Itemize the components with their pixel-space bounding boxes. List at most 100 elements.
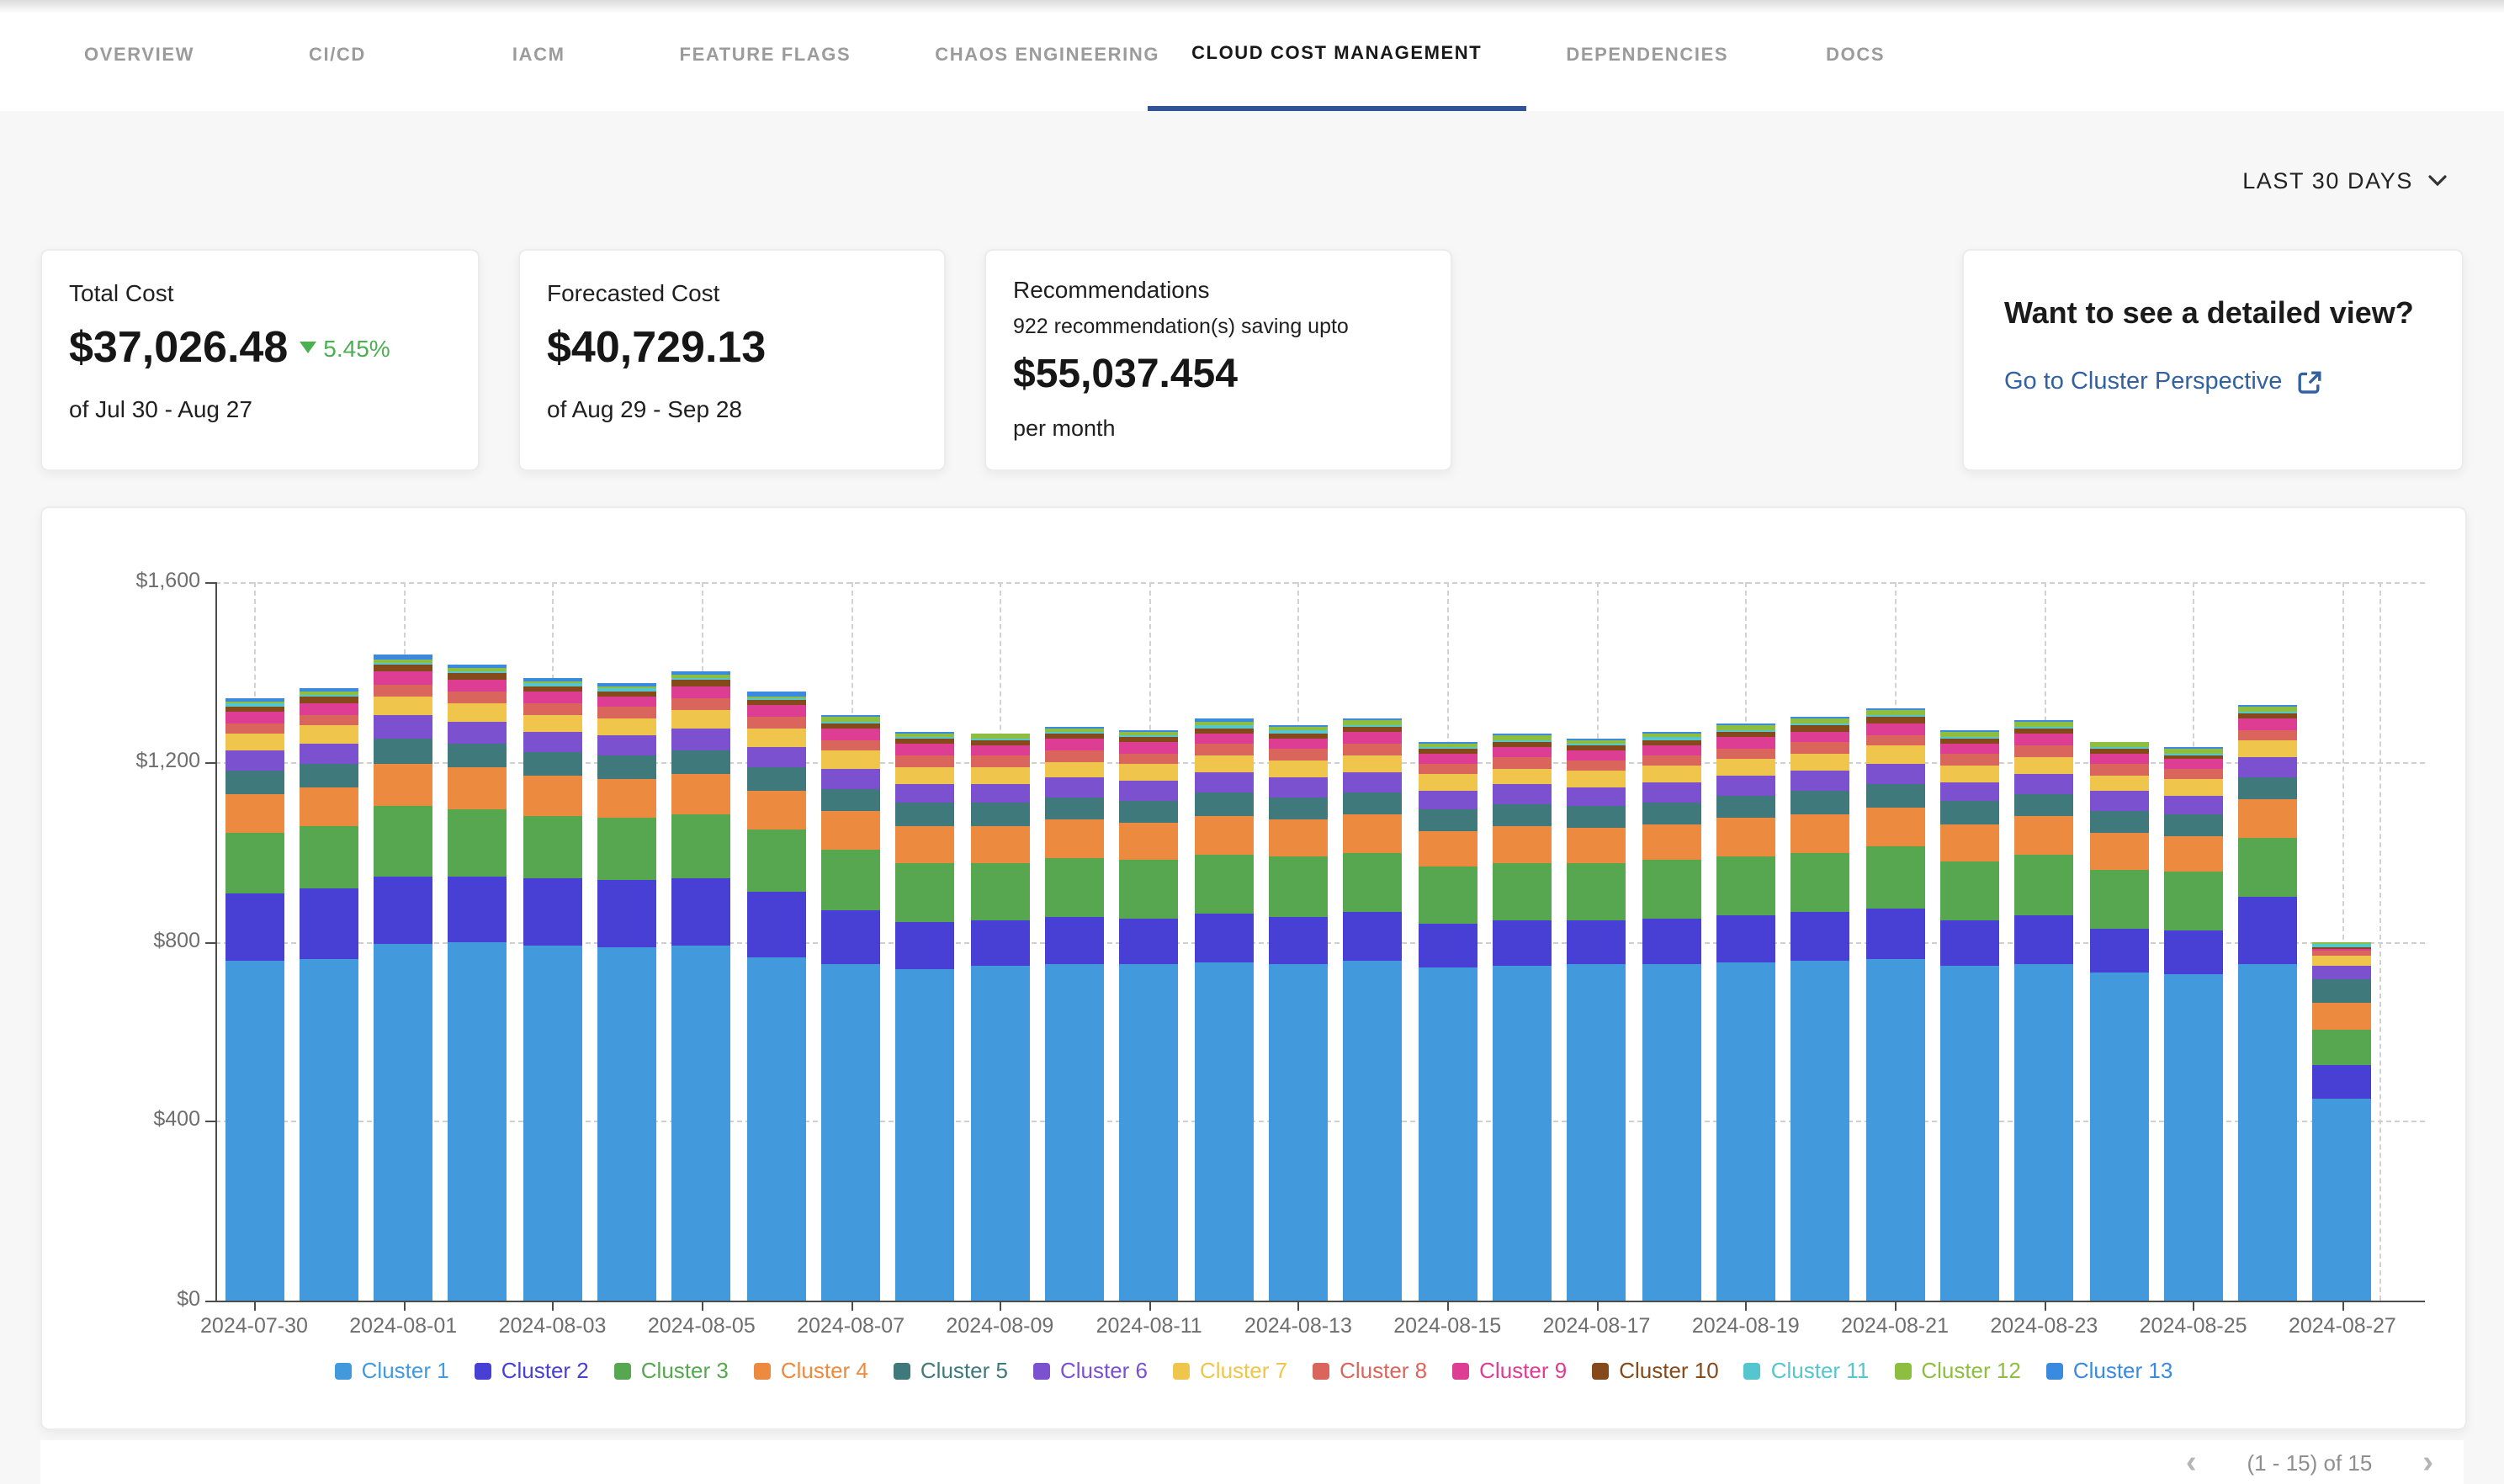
bar-segment-cluster-4[interactable]	[597, 779, 656, 818]
bar-2024-08-19[interactable]	[1716, 723, 1775, 1301]
legend-item-cluster-3[interactable]: Cluster 3	[614, 1358, 729, 1383]
bar-segment-cluster-9[interactable]	[448, 680, 507, 692]
bar-2024-08-14[interactable]	[1344, 718, 1403, 1301]
bar-2024-07-31[interactable]	[300, 688, 358, 1301]
bar-segment-cluster-5[interactable]	[523, 753, 582, 776]
bar-segment-cluster-1[interactable]	[2014, 965, 2073, 1301]
bar-segment-cluster-10[interactable]	[374, 665, 432, 671]
bar-segment-cluster-7[interactable]	[1716, 760, 1775, 776]
bar-segment-cluster-2[interactable]	[821, 910, 880, 964]
bar-segment-cluster-3[interactable]	[225, 833, 284, 893]
bar-segment-cluster-3[interactable]	[2014, 856, 2073, 916]
bar-segment-cluster-4[interactable]	[896, 825, 955, 863]
bar-segment-cluster-9[interactable]	[821, 729, 880, 739]
bar-segment-cluster-6[interactable]	[1716, 776, 1775, 796]
bar-segment-cluster-2[interactable]	[523, 878, 582, 945]
bar-segment-cluster-3[interactable]	[672, 814, 731, 877]
bar-segment-cluster-5[interactable]	[1493, 803, 1552, 825]
bar-segment-cluster-4[interactable]	[225, 794, 284, 833]
bar-segment-cluster-6[interactable]	[1568, 787, 1626, 806]
legend-item-cluster-12[interactable]: Cluster 12	[1894, 1358, 2021, 1383]
bar-segment-cluster-8[interactable]	[1568, 761, 1626, 771]
bar-segment-cluster-2[interactable]	[1045, 917, 1104, 964]
bar-segment-cluster-5[interactable]	[374, 738, 432, 763]
bar-segment-cluster-7[interactable]	[1642, 766, 1700, 782]
bar-segment-cluster-9[interactable]	[1344, 732, 1403, 743]
bar-segment-cluster-6[interactable]	[1045, 778, 1104, 798]
bar-segment-cluster-4[interactable]	[746, 791, 805, 830]
bar-segment-cluster-3[interactable]	[1493, 862, 1552, 920]
bar-segment-cluster-8[interactable]	[821, 739, 880, 750]
bar-segment-cluster-5[interactable]	[1790, 791, 1849, 814]
bar-segment-cluster-9[interactable]	[300, 702, 358, 714]
bar-segment-cluster-2[interactable]	[1940, 920, 1999, 967]
bar-segment-cluster-1[interactable]	[821, 964, 880, 1301]
bar-segment-cluster-5[interactable]	[597, 756, 656, 779]
chevron-left-icon[interactable]: ‹	[2186, 1446, 2197, 1478]
bar-segment-cluster-9[interactable]	[2014, 734, 2073, 745]
bar-segment-cluster-5[interactable]	[1120, 800, 1179, 823]
bar-2024-08-10[interactable]	[1045, 727, 1104, 1301]
bar-segment-cluster-7[interactable]	[374, 697, 432, 715]
bar-segment-cluster-6[interactable]	[1120, 781, 1179, 800]
bar-segment-cluster-6[interactable]	[374, 716, 432, 739]
bar-segment-cluster-7[interactable]	[1418, 775, 1477, 791]
bar-2024-08-06[interactable]	[746, 692, 805, 1301]
tab-chaos-engineering[interactable]: CHAOS ENGINEERING	[935, 0, 1159, 111]
bar-segment-cluster-4[interactable]	[2089, 833, 2148, 870]
bar-2024-08-24[interactable]	[2089, 741, 2148, 1301]
legend-item-cluster-2[interactable]: Cluster 2	[475, 1358, 589, 1383]
bar-segment-cluster-5[interactable]	[1418, 809, 1477, 831]
bar-segment-cluster-6[interactable]	[2164, 796, 2223, 814]
bar-segment-cluster-2[interactable]	[374, 877, 432, 944]
bar-segment-cluster-1[interactable]	[1642, 964, 1700, 1301]
bar-segment-cluster-9[interactable]	[2238, 718, 2297, 729]
bar-segment-cluster-5[interactable]	[1344, 792, 1403, 814]
bar-segment-cluster-5[interactable]	[746, 767, 805, 791]
bar-segment-cluster-6[interactable]	[1269, 777, 1328, 797]
bar-segment-cluster-8[interactable]	[374, 684, 432, 697]
bar-segment-cluster-4[interactable]	[1493, 825, 1552, 862]
bar-2024-08-26[interactable]	[2238, 705, 2297, 1301]
bar-segment-cluster-5[interactable]	[2313, 980, 2372, 1003]
bar-segment-cluster-6[interactable]	[448, 722, 507, 744]
bar-segment-cluster-9[interactable]	[1269, 738, 1328, 749]
bar-segment-cluster-4[interactable]	[1790, 814, 1849, 853]
bar-segment-cluster-1[interactable]	[1865, 959, 1924, 1301]
tab-ci-cd[interactable]: CI/CD	[309, 0, 366, 111]
bar-segment-cluster-3[interactable]	[1194, 855, 1253, 914]
bar-segment-cluster-8[interactable]	[1120, 754, 1179, 765]
bar-segment-cluster-5[interactable]	[1716, 796, 1775, 819]
legend-item-cluster-7[interactable]: Cluster 7	[1173, 1358, 1287, 1383]
bar-segment-cluster-3[interactable]	[1642, 861, 1700, 919]
bar-segment-cluster-2[interactable]	[448, 877, 507, 941]
bar-2024-07-30[interactable]	[225, 698, 284, 1301]
bar-2024-08-03[interactable]	[523, 678, 582, 1301]
bar-segment-cluster-6[interactable]	[597, 736, 656, 756]
bar-segment-cluster-7[interactable]	[1045, 761, 1104, 778]
bar-segment-cluster-1[interactable]	[448, 941, 507, 1301]
bar-segment-cluster-4[interactable]	[1865, 808, 1924, 847]
bar-segment-cluster-6[interactable]	[746, 746, 805, 767]
bar-segment-cluster-6[interactable]	[2014, 774, 2073, 794]
bar-segment-cluster-5[interactable]	[1269, 797, 1328, 819]
bar-segment-cluster-1[interactable]	[1493, 966, 1552, 1301]
bar-segment-cluster-4[interactable]	[672, 773, 731, 814]
bar-segment-cluster-6[interactable]	[2089, 792, 2148, 811]
bar-segment-cluster-4[interactable]	[2238, 799, 2297, 837]
bar-segment-cluster-8[interactable]	[1642, 755, 1700, 766]
bar-segment-cluster-2[interactable]	[1568, 921, 1626, 965]
legend-item-cluster-13[interactable]: Cluster 13	[2046, 1358, 2173, 1383]
bar-segment-cluster-1[interactable]	[1194, 962, 1253, 1301]
bar-segment-cluster-6[interactable]	[1790, 771, 1849, 791]
cluster-perspective-link[interactable]: Go to Cluster Perspective	[2004, 368, 2422, 395]
bar-segment-cluster-5[interactable]	[1940, 802, 1999, 824]
bar-segment-cluster-1[interactable]	[2089, 973, 2148, 1301]
bar-segment-cluster-5[interactable]	[821, 788, 880, 811]
bar-segment-cluster-4[interactable]	[970, 825, 1029, 862]
bar-segment-cluster-3[interactable]	[1940, 861, 1999, 920]
bar-segment-cluster-6[interactable]	[225, 751, 284, 771]
bar-segment-cluster-8[interactable]	[2089, 765, 2148, 776]
legend-item-cluster-9[interactable]: Cluster 9	[1452, 1358, 1567, 1383]
legend-item-cluster-4[interactable]: Cluster 4	[754, 1358, 868, 1383]
